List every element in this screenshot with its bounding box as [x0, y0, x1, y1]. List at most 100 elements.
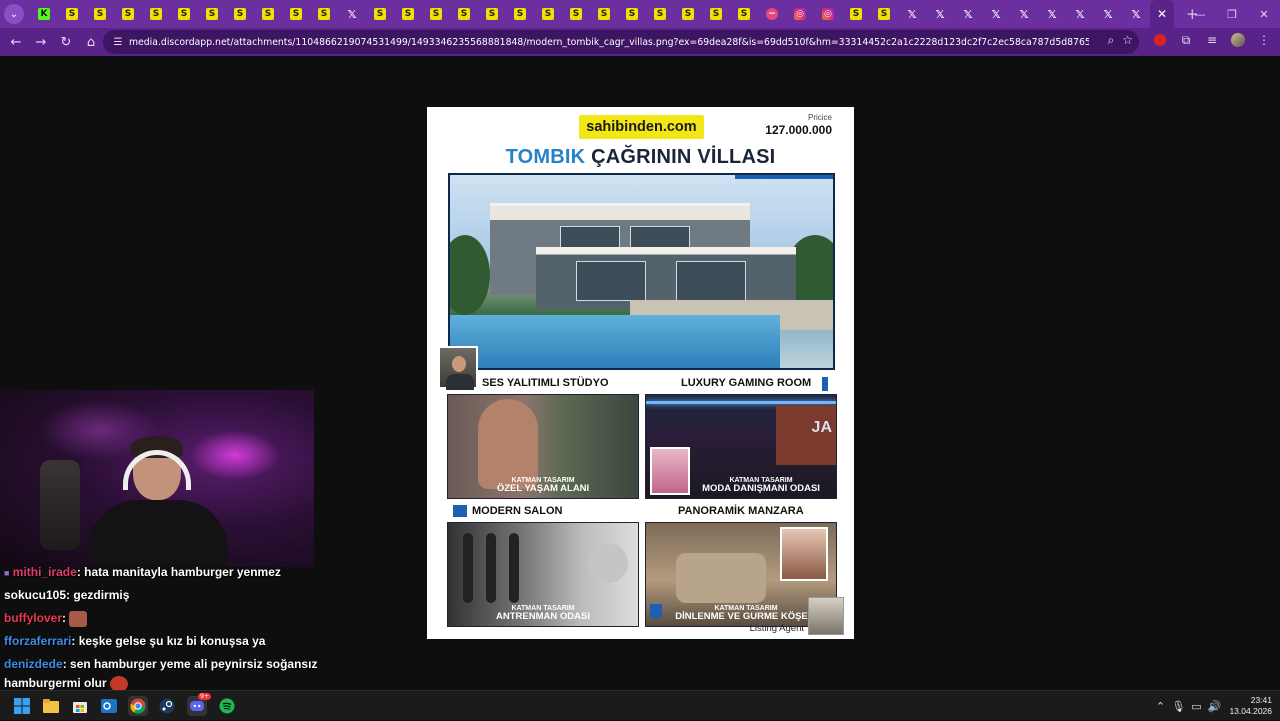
- x-icon: 𝕏: [347, 7, 357, 21]
- file-explorer-icon[interactable]: [41, 696, 61, 716]
- s-site-icon: S: [878, 8, 890, 20]
- reload-icon[interactable]: ↻: [54, 30, 78, 54]
- browser-tab[interactable]: S: [58, 0, 86, 28]
- chat-message: buffylover:: [4, 611, 88, 627]
- browser-tab[interactable]: S: [254, 0, 282, 28]
- browser-tab[interactable]: 𝕏: [954, 0, 982, 28]
- browser-tab[interactable]: 𝕏: [1010, 0, 1038, 28]
- s-site-icon: S: [262, 8, 274, 20]
- x-icon: 𝕏: [907, 7, 917, 21]
- s-site-icon: S: [682, 8, 694, 20]
- browser-tab[interactable]: S: [86, 0, 114, 28]
- browser-tab[interactable]: 𝕏: [1066, 0, 1094, 28]
- section-marker: [822, 377, 828, 391]
- browser-tab[interactable]: S: [114, 0, 142, 28]
- zoom-icon[interactable]: ⌕: [1108, 33, 1115, 48]
- inset-photo: [780, 527, 828, 581]
- adblock-extension-icon[interactable]: [1150, 30, 1170, 50]
- section-title-gaming: LUXURY GAMING ROOM: [681, 377, 812, 389]
- taskbar-clock[interactable]: 23:41 13.04.2026: [1229, 695, 1272, 716]
- url-text[interactable]: media.discordapp.net/attachments/1104866…: [129, 37, 1089, 48]
- close-tab-icon[interactable]: ✕: [1157, 7, 1167, 21]
- browser-tab[interactable]: S: [646, 0, 674, 28]
- browser-tab[interactable]: S: [450, 0, 478, 28]
- browser-tab[interactable]: S: [394, 0, 422, 28]
- media-control-icon[interactable]: ≡: [1202, 30, 1222, 50]
- tab-search-button[interactable]: ⌄: [4, 4, 24, 24]
- browser-tab[interactable]: S: [142, 0, 170, 28]
- network-icon[interactable]: ▭: [1187, 700, 1205, 713]
- s-site-icon: S: [206, 8, 218, 20]
- bookmark-star-icon[interactable]: ☆: [1122, 33, 1133, 48]
- volume-icon[interactable]: 🔊: [1205, 700, 1223, 713]
- browser-tab[interactable]: S: [366, 0, 394, 28]
- browser-tab[interactable]: ◎: [814, 0, 842, 28]
- windows-start-icon[interactable]: [12, 696, 32, 716]
- browser-tab[interactable]: S: [870, 0, 898, 28]
- browser-tab[interactable]: ◎: [786, 0, 814, 28]
- poster-title: TOMBIK ÇAĞRININ VİLLASI: [427, 146, 854, 169]
- browser-tab[interactable]: 𝕏: [1038, 0, 1066, 28]
- discord-icon[interactable]: 9+: [187, 693, 211, 716]
- active-tab[interactable]: ✕: [1150, 0, 1174, 28]
- x-icon: 𝕏: [1103, 7, 1113, 21]
- price-value: 127.000.000: [765, 123, 832, 137]
- s-site-icon: S: [150, 8, 162, 20]
- outlook-icon[interactable]: [99, 696, 119, 716]
- browser-tab[interactable]: S: [198, 0, 226, 28]
- browser-tab[interactable]: S: [674, 0, 702, 28]
- browser-tab[interactable]: S: [506, 0, 534, 28]
- browser-tab[interactable]: S: [618, 0, 646, 28]
- microphone-icon[interactable]: 🎙: [1169, 700, 1187, 713]
- browser-tab[interactable]: 𝕏: [1122, 0, 1150, 28]
- s-site-icon: S: [486, 8, 498, 20]
- browser-tab[interactable]: 𝕏: [898, 0, 926, 28]
- section-title-salon: MODERN SALON: [472, 505, 563, 517]
- profile-avatar[interactable]: [1228, 30, 1248, 50]
- browser-tab[interactable]: S: [422, 0, 450, 28]
- maximize-icon[interactable]: ❐: [1216, 0, 1248, 28]
- browser-tab[interactable]: S: [702, 0, 730, 28]
- browser-tab[interactable]: S: [562, 0, 590, 28]
- browser-tab[interactable]: S: [590, 0, 618, 28]
- spotify-icon[interactable]: [217, 696, 237, 716]
- steam-icon[interactable]: [157, 696, 177, 716]
- minimize-icon[interactable]: —: [1184, 0, 1216, 28]
- s-site-icon: S: [458, 8, 470, 20]
- back-icon[interactable]: ←: [4, 30, 28, 54]
- agent-photo-top: [438, 346, 478, 390]
- chevron-up-icon[interactable]: ⌃: [1151, 700, 1169, 713]
- panel-studio: KATMAN TASARIM ÖZEL YAŞAM ALANI: [447, 394, 639, 499]
- s-site-icon: S: [318, 8, 330, 20]
- home-icon[interactable]: ⌂: [79, 30, 103, 54]
- forward-icon[interactable]: →: [29, 30, 53, 54]
- address-bar[interactable]: ☰ media.discordapp.net/attachments/11048…: [103, 30, 1139, 54]
- close-window-icon[interactable]: ✕: [1248, 0, 1280, 28]
- streamer-webcam: [0, 390, 314, 567]
- browser-tab[interactable]: S: [842, 0, 870, 28]
- browser-tab[interactable]: S: [310, 0, 338, 28]
- x-icon: 𝕏: [963, 7, 973, 21]
- browser-tab[interactable]: −: [758, 0, 786, 28]
- chrome-icon[interactable]: [128, 696, 148, 716]
- villa-poster-image: sahibinden.com Pricice 127.000.000 TOMBI…: [427, 107, 854, 639]
- browser-tab[interactable]: 𝕏: [1094, 0, 1122, 28]
- microsoft-store-icon[interactable]: [70, 696, 90, 716]
- extensions-puzzle-icon[interactable]: ⧉: [1176, 30, 1196, 50]
- browser-tab[interactable]: S: [478, 0, 506, 28]
- browser-tab[interactable]: K: [30, 0, 58, 28]
- panel-caption: KATMAN TASARIM ÖZEL YAŞAM ALANI: [496, 476, 590, 495]
- browser-tab[interactable]: 𝕏: [926, 0, 954, 28]
- browser-tab[interactable]: 𝕏: [982, 0, 1010, 28]
- s-site-icon: S: [850, 8, 862, 20]
- browser-tab[interactable]: S: [170, 0, 198, 28]
- x-icon: 𝕏: [1047, 7, 1057, 21]
- menu-dots-icon[interactable]: ⋮: [1254, 30, 1274, 50]
- browser-tab[interactable]: 𝕏: [338, 0, 366, 28]
- site-info-icon[interactable]: ☰: [107, 37, 129, 48]
- panel-salon: KATMAN TASARIM ANTRENMAN ODASI: [447, 522, 639, 627]
- browser-tab[interactable]: S: [730, 0, 758, 28]
- browser-tab[interactable]: S: [226, 0, 254, 28]
- browser-tab[interactable]: S: [282, 0, 310, 28]
- browser-tab[interactable]: S: [534, 0, 562, 28]
